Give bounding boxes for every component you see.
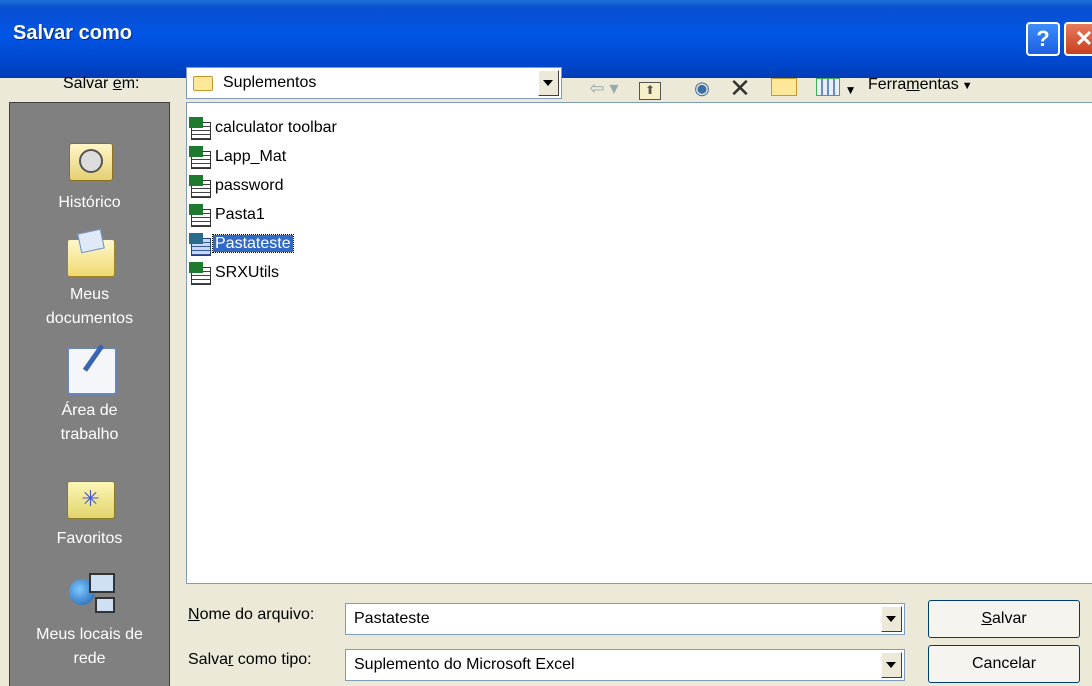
filename-input[interactable]: Pastateste — [345, 603, 905, 635]
cancel-button[interactable]: Cancelar — [928, 645, 1080, 683]
chevron-down-icon[interactable] — [881, 606, 902, 632]
file-name: Lapp_Mat — [215, 148, 287, 165]
save-in-dropdown[interactable]: Suplementos — [186, 67, 562, 99]
list-item-selected[interactable]: Pastateste — [189, 231, 294, 257]
place-history[interactable]: Histórico — [10, 135, 169, 215]
save-button-accel: S — [981, 610, 992, 627]
history-icon — [65, 135, 115, 185]
filename-value: Pastateste — [354, 610, 430, 627]
filename-label-rest: ome do arquivo: — [199, 606, 315, 623]
filetype-value: Suplemento do Microsoft Excel — [354, 656, 575, 673]
list-item[interactable]: SRXUtils — [189, 260, 281, 286]
network-places-icon — [65, 567, 115, 617]
new-folder-icon — [771, 78, 797, 96]
delete-icon: ✕ — [729, 73, 751, 103]
save-in-label-accel: e — [112, 75, 122, 92]
place-desktop-label: Área de trabalho — [60, 402, 119, 443]
file-name: password — [215, 177, 284, 194]
file-name: calculator toolbar — [215, 119, 337, 136]
back-icon: ⇦ ▾ — [589, 78, 619, 98]
place-favorites[interactable]: ✳ Favoritos — [10, 471, 169, 551]
search-web-button[interactable]: ◉ — [688, 76, 716, 100]
place-desktop[interactable]: Área de trabalho — [10, 343, 169, 447]
place-favorites-label: Favoritos — [56, 530, 123, 547]
save-button-label: alvar — [991, 610, 1027, 627]
save-in-value: Suplementos — [223, 74, 317, 91]
file-name: Pastateste — [212, 234, 294, 253]
search-web-icon: ◉ — [694, 78, 710, 98]
filename-label-accel: N — [188, 606, 200, 623]
folder-icon — [193, 76, 213, 91]
tools-menu-arrow: ▼ — [958, 80, 973, 92]
file-list[interactable]: calculator toolbar Lapp_Mat password Pas… — [186, 102, 1092, 584]
excel-addin-icon — [189, 175, 211, 198]
help-icon: ? — [1036, 26, 1050, 51]
delete-button[interactable]: ✕ — [726, 73, 754, 103]
list-item[interactable]: password — [189, 173, 285, 199]
list-item[interactable]: Lapp_Mat — [189, 144, 288, 170]
excel-addin-icon — [189, 233, 211, 256]
chevron-down-icon[interactable] — [881, 652, 902, 678]
places-bar: Histórico Meus documentos Área de trabal… — [9, 102, 170, 686]
up-folder-button[interactable]: ⬆ — [636, 76, 664, 100]
filetype-dropdown[interactable]: Suplemento do Microsoft Excel — [345, 649, 905, 681]
my-documents-icon — [65, 227, 115, 277]
desktop-icon — [65, 343, 117, 395]
place-my-documents[interactable]: Meus documentos — [10, 227, 169, 331]
list-item[interactable]: calculator toolbar — [189, 115, 339, 141]
up-folder-icon: ⬆ — [639, 82, 661, 100]
excel-addin-icon — [189, 262, 211, 285]
excel-addin-icon — [189, 146, 211, 169]
back-button[interactable]: ⇦ ▾ — [584, 76, 624, 100]
views-icon — [815, 78, 840, 96]
file-name: Pasta1 — [215, 206, 265, 223]
list-item[interactable]: Pasta1 — [189, 202, 267, 228]
tools-menu[interactable]: Ferramentas ▼ — [868, 76, 973, 94]
filename-label: Nome do arquivo: — [188, 606, 314, 624]
save-button[interactable]: Salvar — [928, 600, 1080, 638]
place-my-documents-label: Meus documentos — [45, 286, 134, 327]
filetype-label-prefix: Salva — [188, 651, 229, 668]
tools-menu-suffix: entas — [919, 76, 959, 93]
place-network-label: Meus locais de rede — [36, 626, 143, 667]
excel-addin-icon — [189, 204, 211, 227]
favorites-icon: ✳ — [65, 471, 115, 521]
save-in-label: Salvar em: — [63, 75, 139, 93]
help-button[interactable]: ? — [1026, 22, 1060, 56]
save-in-label-prefix: Salvar — [63, 75, 113, 92]
filetype-label-suffix: como tipo: — [233, 651, 312, 668]
chevron-down-icon[interactable] — [538, 70, 559, 96]
file-name: SRXUtils — [215, 264, 280, 281]
views-dropdown-arrow: ▼ — [844, 83, 857, 97]
views-button[interactable]: ▼ — [810, 76, 862, 100]
window-title: Salvar como — [13, 22, 132, 44]
cancel-button-label: Cancelar — [971, 655, 1037, 672]
save-in-label-suffix: m: — [121, 75, 140, 92]
place-history-label: Histórico — [58, 194, 121, 211]
tools-menu-prefix: Ferra — [868, 76, 907, 93]
save-as-dialog: Salvar como ? ✕ Salvar em: Suplementos ⇦… — [0, 0, 1092, 686]
close-button[interactable]: ✕ — [1064, 22, 1092, 56]
tools-menu-accel: m — [906, 76, 920, 93]
place-network[interactable]: Meus locais de rede — [10, 567, 169, 671]
new-folder-button[interactable] — [768, 76, 800, 100]
close-icon: ✕ — [1074, 26, 1092, 51]
filetype-label: Salvar como tipo: — [188, 651, 312, 669]
excel-addin-icon — [189, 117, 211, 140]
